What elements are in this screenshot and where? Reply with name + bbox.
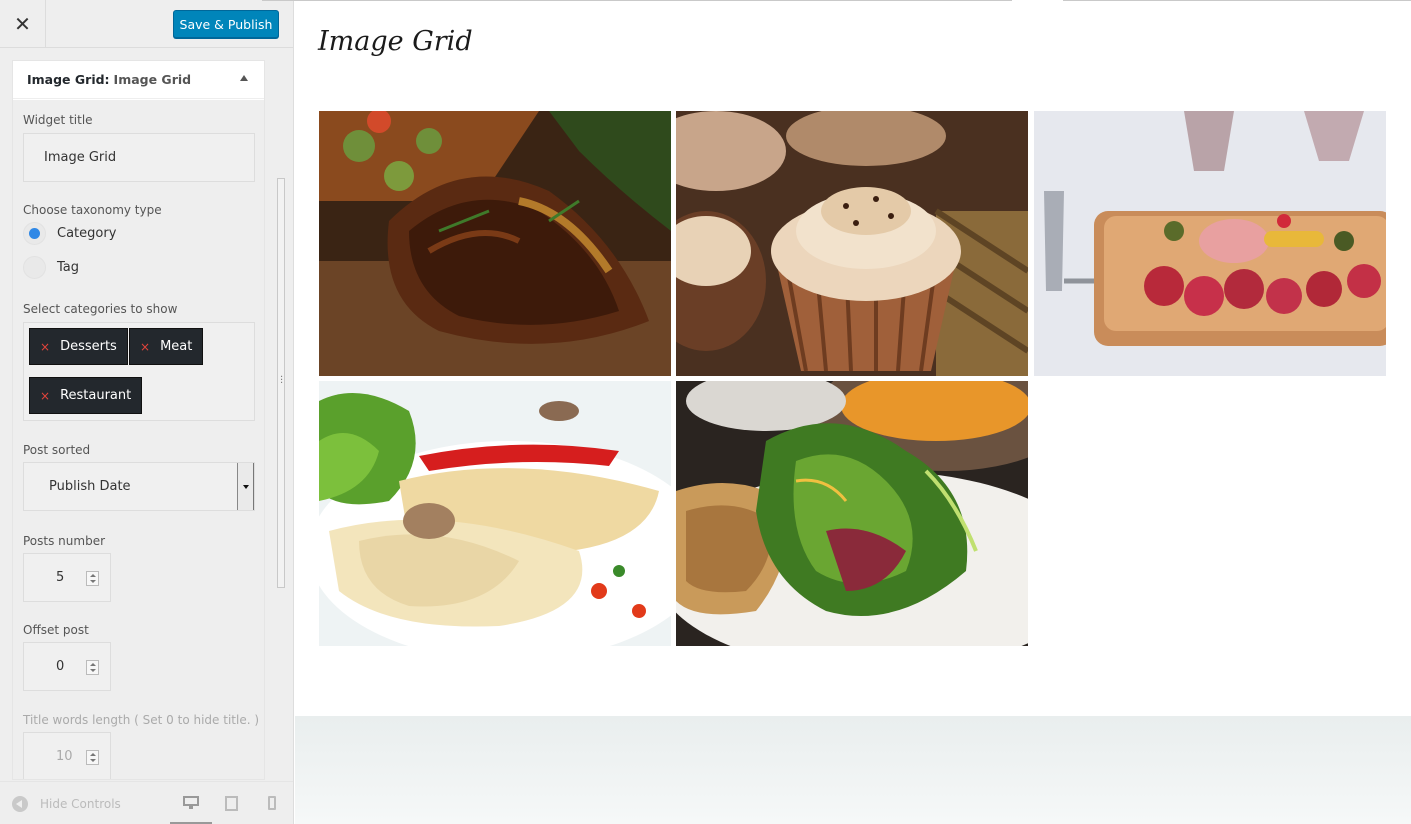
close-customizer-button[interactable]: ✕: [0, 0, 46, 48]
post-sorted-value: Publish Date: [49, 479, 131, 494]
hide-controls-label: Hide Controls: [40, 797, 121, 811]
posts-number-value: 5: [56, 570, 65, 585]
divider: [262, 0, 1012, 1]
number-spinner-icon[interactable]: [86, 571, 99, 586]
divider: [1063, 0, 1411, 1]
post-sorted-label: Post sorted: [23, 443, 91, 457]
chip-label: Desserts: [60, 339, 117, 354]
taxonomy-type-label: Choose taxonomy type: [23, 203, 162, 217]
posts-number-input[interactable]: 5: [23, 553, 111, 602]
category-chip-meat[interactable]: × Meat: [129, 328, 204, 365]
widget-title-label: Widget title: [23, 113, 93, 127]
offset-post-label: Offset post: [23, 623, 89, 637]
radio-tag[interactable]: [23, 256, 46, 279]
preview-widget-title: Image Grid: [318, 26, 473, 57]
category-chip-restaurant[interactable]: × Restaurant: [29, 377, 143, 414]
collapse-left-icon: [12, 796, 28, 812]
title-words-label: Title words length ( Set 0 to hide title…: [23, 713, 260, 727]
offset-post-value: 0: [56, 659, 65, 674]
category-chip-desserts[interactable]: × Desserts: [29, 328, 128, 365]
number-spinner-icon[interactable]: [86, 750, 99, 765]
chip-label: Meat: [160, 339, 193, 354]
widget-type-label: Image Grid:: [27, 72, 110, 87]
customizer-sidebar: ✕ Save & Publish Image Grid: Image Grid …: [0, 0, 294, 824]
hide-controls-button[interactable]: Hide Controls: [12, 796, 121, 812]
post-sorted-select[interactable]: Publish Date: [23, 462, 255, 511]
resize-handle-icon[interactable]: · · ·: [280, 373, 283, 389]
categories-select[interactable]: × Desserts × Meat × Restaurant: [23, 322, 255, 421]
radio-category-label[interactable]: Category: [57, 226, 116, 241]
remove-chip-icon[interactable]: ×: [140, 340, 150, 354]
mobile-preview-icon[interactable]: [268, 796, 276, 810]
radio-category[interactable]: [23, 222, 46, 245]
remove-chip-icon[interactable]: ×: [40, 340, 50, 354]
desktop-preview-icon[interactable]: [183, 796, 199, 810]
categories-label: Select categories to show: [23, 302, 178, 316]
chip-label: Restaurant: [60, 388, 132, 403]
charcuterie-board-image[interactable]: [1034, 111, 1386, 376]
customizer-footer: Hide Controls: [0, 781, 293, 824]
title-words-input[interactable]: 10: [23, 732, 111, 779]
cupcakes-image[interactable]: [676, 111, 1028, 376]
close-icon: ✕: [14, 12, 31, 36]
offset-post-input[interactable]: 0: [23, 642, 111, 691]
tablet-preview-icon[interactable]: [225, 796, 238, 811]
title-words-value: 10: [56, 749, 73, 764]
posts-number-label: Posts number: [23, 534, 106, 548]
crepes-plate-image[interactable]: [319, 381, 671, 646]
save-and-publish-button[interactable]: Save & Publish: [173, 10, 279, 38]
widget-instance-name: Image Grid: [113, 72, 192, 87]
collapse-arrow-icon[interactable]: [240, 75, 248, 81]
chevron-down-icon[interactable]: [237, 463, 254, 510]
site-preview: Image Grid: [262, 0, 1411, 824]
customizer-header: ✕ Save & Publish: [0, 0, 293, 48]
widget-panel-header[interactable]: Image Grid: Image Grid: [13, 61, 264, 99]
salad-wrap-image[interactable]: [676, 381, 1028, 646]
remove-chip-icon[interactable]: ×: [40, 389, 50, 403]
widget-panel: Image Grid: Image Grid Widget title Imag…: [12, 60, 265, 780]
widget-title-input[interactable]: Image Grid: [23, 133, 255, 182]
grilled-ribs-image[interactable]: [319, 111, 671, 376]
radio-tag-label[interactable]: Tag: [57, 260, 79, 275]
widget-form: Widget title Image Grid Choose taxonomy …: [13, 100, 264, 779]
number-spinner-icon[interactable]: [86, 660, 99, 675]
site-footer: [295, 716, 1411, 824]
